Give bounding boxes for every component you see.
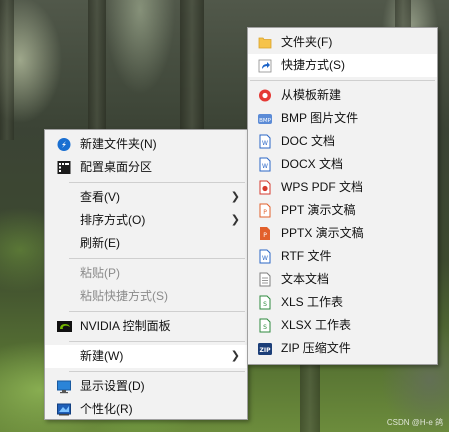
wps-template-icon [259, 89, 271, 102]
new-submenu: 文件夹(F) 快捷方式(S) 从模板新建 BMP BMP 图片文件 W DOC … [247, 27, 438, 365]
shortcut-icon [258, 59, 272, 73]
chevron-right-icon: ❯ [230, 191, 240, 203]
menu-item-label: PPTX 演示文稿 [281, 226, 364, 240]
menu-item-label: 文件夹(F) [281, 35, 333, 49]
menu-separator [250, 80, 435, 81]
menu-item-refresh[interactable]: 刷新(E) [45, 232, 247, 255]
menu-item-label: 文本文档 [281, 272, 330, 286]
menu-item-view[interactable]: 查看(V) ❯ [45, 186, 247, 209]
docx-file-icon: W [259, 157, 271, 172]
desktop-context-menu: 新建文件夹(N) 配置桌面分区 查看(V) ❯ 排序方式(O) ❯ 刷新(E) … [44, 129, 248, 420]
menu-item-label: 粘贴快捷方式(S) [80, 289, 168, 303]
svg-text:P: P [263, 209, 267, 216]
submenu-item-shortcut[interactable]: 快捷方式(S) [248, 54, 437, 77]
menu-item-sort-by[interactable]: 排序方式(O) ❯ [45, 209, 247, 232]
menu-separator [69, 371, 245, 372]
ppt-file-icon: P [259, 203, 271, 218]
menu-item-label: 新建(W) [80, 349, 124, 363]
menu-item-new-folder[interactable]: 新建文件夹(N) [45, 133, 247, 156]
svg-text:P: P [263, 232, 267, 239]
bmp-file-icon: BMP [258, 114, 272, 124]
svg-text:W: W [262, 163, 268, 170]
submenu-item-ppt[interactable]: P PPT 演示文稿 [248, 199, 437, 222]
doc-file-icon: W [259, 134, 271, 149]
menu-item-label: XLSX 工作表 [281, 318, 352, 332]
menu-item-label: 刷新(E) [80, 236, 120, 250]
submenu-item-xlsx[interactable]: S XLSX 工作表 [248, 314, 437, 337]
xls-file-icon: S [259, 295, 271, 310]
pptx-file-icon: P [260, 227, 270, 240]
menu-item-label: 新建文件夹(N) [80, 137, 157, 151]
submenu-item-bmp[interactable]: BMP BMP 图片文件 [248, 107, 437, 130]
submenu-item-pptx[interactable]: P PPTX 演示文稿 [248, 222, 437, 245]
menu-item-label: 查看(V) [80, 190, 120, 204]
menu-item-label: XLS 工作表 [281, 295, 344, 309]
svg-text:S: S [263, 324, 267, 331]
menu-item-configure-desktop-zones[interactable]: 配置桌面分区 [45, 156, 247, 179]
menu-item-label: BMP 图片文件 [281, 111, 359, 125]
pdf-file-icon [259, 180, 271, 195]
menu-item-label: 排序方式(O) [80, 213, 146, 227]
new-folder-icon [57, 138, 71, 151]
menu-item-label: NVIDIA 控制面板 [80, 319, 171, 333]
desktop-zones-icon [57, 161, 71, 174]
menu-item-label: PPT 演示文稿 [281, 203, 356, 217]
submenu-item-rtf[interactable]: W RTF 文件 [248, 245, 437, 268]
menu-item-label: 显示设置(D) [80, 379, 145, 393]
menu-item-label: 配置桌面分区 [80, 160, 153, 174]
personalize-icon [57, 403, 71, 416]
submenu-item-text-document[interactable]: 文本文档 [248, 268, 437, 291]
text-file-icon [259, 272, 271, 287]
submenu-item-zip[interactable]: ZIP ZIP 压缩文件 [248, 337, 437, 360]
menu-item-label: WPS PDF 文档 [281, 180, 364, 194]
submenu-item-wps-pdf[interactable]: WPS PDF 文档 [248, 176, 437, 199]
submenu-item-doc[interactable]: W DOC 文档 [248, 130, 437, 153]
menu-item-label: DOC 文档 [281, 134, 336, 148]
menu-item-label: 从模板新建 [281, 88, 342, 102]
menu-separator [69, 182, 245, 183]
menu-item-paste-shortcut[interactable]: 粘贴快捷方式(S) [45, 285, 247, 308]
menu-separator [69, 258, 245, 259]
folder-icon [258, 37, 272, 49]
nvidia-icon [57, 321, 72, 332]
chevron-right-icon: ❯ [230, 214, 240, 226]
rtf-file-icon: W [259, 249, 271, 264]
zip-archive-icon: ZIP [258, 343, 272, 355]
menu-item-personalize[interactable]: 个性化(R) [45, 398, 247, 421]
submenu-item-folder[interactable]: 文件夹(F) [248, 31, 437, 54]
menu-item-label: 个性化(R) [80, 402, 133, 416]
menu-item-nvidia-control-panel[interactable]: NVIDIA 控制面板 [45, 315, 247, 338]
menu-item-label: ZIP 压缩文件 [281, 341, 351, 355]
submenu-item-xls[interactable]: S XLS 工作表 [248, 291, 437, 314]
menu-item-label: 粘贴(P) [80, 266, 120, 280]
menu-item-display-settings[interactable]: 显示设置(D) [45, 375, 247, 398]
menu-item-paste[interactable]: 粘贴(P) [45, 262, 247, 285]
svg-text:W: W [262, 255, 268, 262]
xlsx-file-icon: S [259, 318, 271, 333]
menu-item-new[interactable]: 新建(W) ❯ [45, 345, 247, 368]
menu-item-label: DOCX 文档 [281, 157, 344, 171]
svg-text:ZIP: ZIP [260, 347, 272, 354]
svg-text:BMP: BMP [259, 118, 272, 124]
display-settings-icon [57, 380, 71, 394]
submenu-item-from-template[interactable]: 从模板新建 [248, 84, 437, 107]
menu-separator [69, 311, 245, 312]
watermark: CSDN @H-e 鸽 [386, 418, 443, 427]
menu-item-label: 快捷方式(S) [281, 58, 345, 72]
chevron-right-icon: ❯ [230, 350, 240, 362]
svg-text:W: W [262, 140, 268, 147]
menu-item-label: RTF 文件 [281, 249, 332, 263]
menu-separator [69, 341, 245, 342]
submenu-item-docx[interactable]: W DOCX 文档 [248, 153, 437, 176]
svg-text:S: S [263, 301, 267, 308]
